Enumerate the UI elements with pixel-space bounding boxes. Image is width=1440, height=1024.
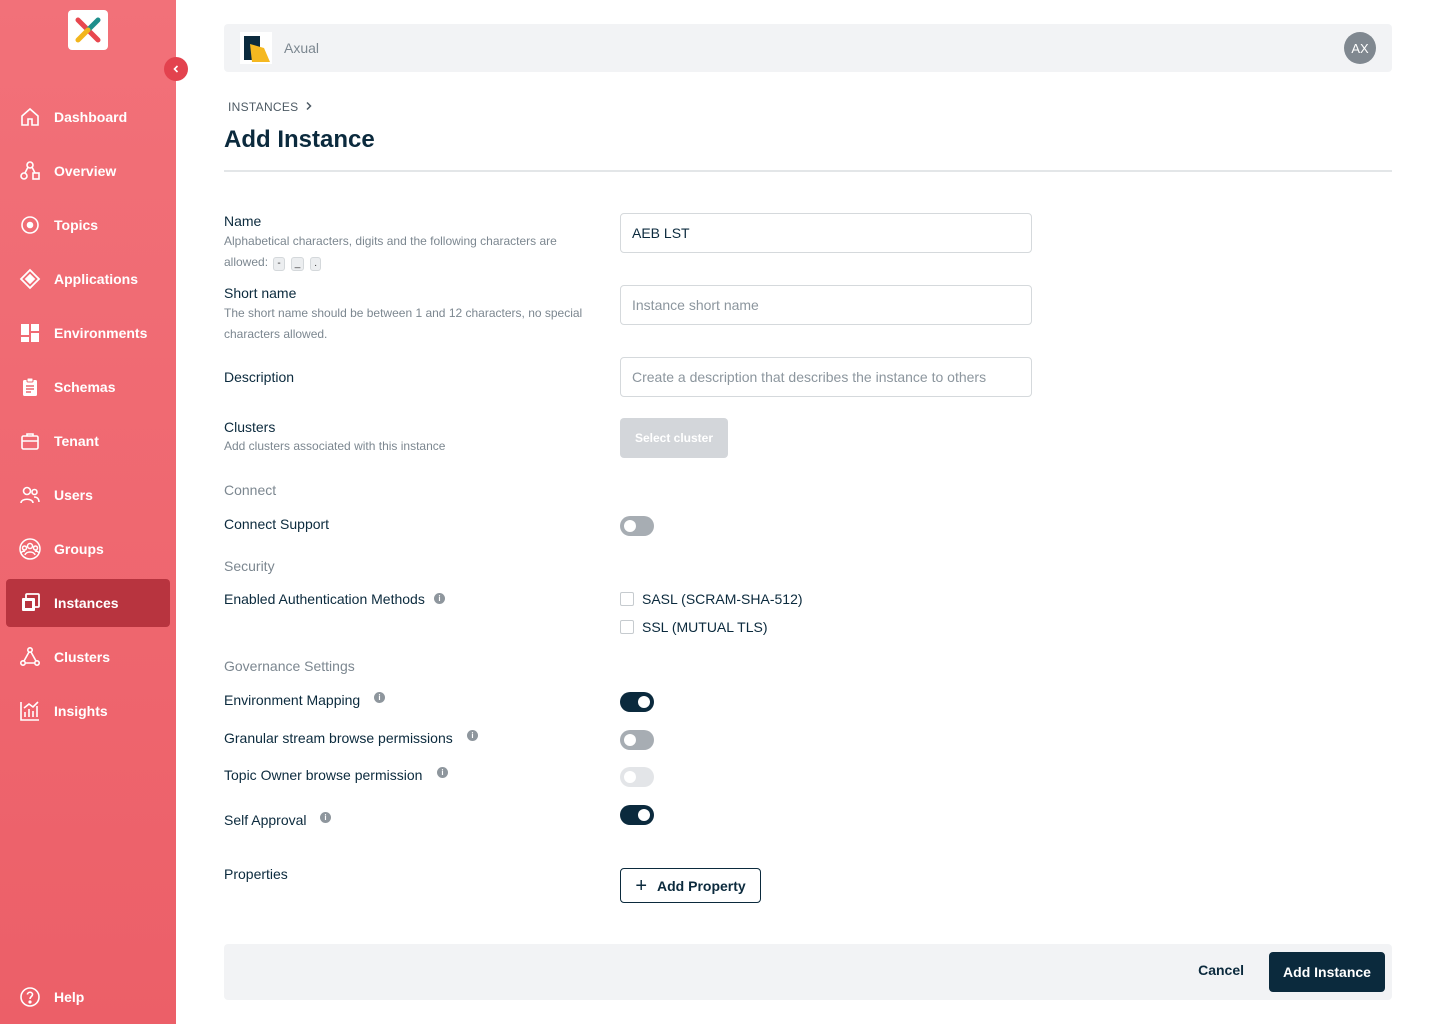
info-icon[interactable]: i (437, 767, 448, 778)
add-property-label: Add Property (657, 877, 746, 894)
self-approval-label: Self Approval (224, 812, 307, 828)
clusters-help: Add clusters associated with this instan… (224, 439, 446, 453)
ssl-option[interactable]: SSL (MUTUAL TLS) (620, 619, 768, 635)
self-approval-toggle[interactable] (620, 805, 654, 825)
users-icon (18, 483, 42, 507)
sidebar-item-schemas[interactable]: Schemas (6, 363, 170, 411)
add-instance-button[interactable]: Add Instance (1269, 952, 1385, 992)
org-logo (240, 32, 272, 64)
sidebar-item-insights[interactable]: Insights (6, 687, 170, 735)
sidebar-item-label: Topics (54, 217, 99, 233)
environment-mapping-toggle[interactable] (620, 692, 654, 712)
sidebar-item-overview[interactable]: Overview (6, 147, 170, 195)
short-name-input[interactable] (620, 285, 1032, 325)
sidebar-item-label: Groups (54, 541, 104, 557)
sidebar-item-users[interactable]: Users (6, 471, 170, 519)
briefcase-icon (18, 429, 42, 453)
sidebar-item-groups[interactable]: Groups (6, 525, 170, 573)
avatar[interactable]: AX (1344, 32, 1376, 64)
org-name: Axual (284, 40, 320, 56)
help-icon (18, 985, 42, 1009)
name-input[interactable] (620, 213, 1032, 253)
clipboard-icon (18, 375, 42, 399)
help-link[interactable]: Help (18, 985, 84, 1009)
sidebar-item-label: Environments (54, 325, 148, 341)
sidebar-item-clusters[interactable]: Clusters (6, 633, 170, 681)
divider (224, 170, 1392, 172)
connect-support-toggle[interactable] (620, 516, 654, 536)
sidebar-item-label: Users (54, 487, 93, 503)
sidebar-item-label: Insights (54, 703, 108, 719)
clusters-label: Clusters (224, 419, 276, 435)
sidebar-item-label: Dashboard (54, 109, 128, 125)
cancel-button[interactable]: Cancel (1198, 962, 1244, 978)
groups-icon (18, 537, 42, 561)
cluster-icon (18, 645, 42, 669)
chip-dash: - (273, 257, 285, 271)
sasl-checkbox[interactable] (620, 592, 634, 606)
governance-section-heading: Governance Settings (224, 658, 355, 674)
sasl-label: SASL (SCRAM-SHA-512) (642, 591, 803, 607)
description-input[interactable] (620, 357, 1032, 397)
ssl-label: SSL (MUTUAL TLS) (642, 619, 768, 635)
sasl-option[interactable]: SASL (SCRAM-SHA-512) (620, 591, 803, 607)
info-icon[interactable]: i (467, 730, 478, 741)
sidebar-item-dashboard[interactable]: Dashboard (6, 93, 170, 141)
info-icon[interactable]: i (320, 812, 331, 823)
home-icon (18, 105, 42, 129)
help-label: Help (54, 989, 85, 1005)
top-bar: Axual AX (224, 24, 1392, 72)
security-section-heading: Security (224, 558, 275, 574)
auth-methods-label: Enabled Authentication Methods (224, 591, 425, 607)
owner-browse-label: Topic Owner browse permission (224, 767, 423, 783)
sidebar-item-topics[interactable]: Topics (6, 201, 170, 249)
connect-section-heading: Connect (224, 482, 277, 498)
collapse-sidebar-button[interactable] (164, 57, 188, 81)
owner-browse-toggle[interactable] (620, 767, 654, 787)
sidebar-item-label: Overview (54, 163, 117, 179)
ssl-checkbox[interactable] (620, 620, 634, 634)
chevron-right-icon (305, 101, 313, 114)
form-footer: Cancel Add Instance (224, 944, 1392, 1000)
environment-mapping-label: Environment Mapping (224, 692, 361, 708)
granular-browse-label: Granular stream browse permissions (224, 730, 453, 746)
grid-icon (18, 321, 42, 345)
topic-icon (18, 213, 42, 237)
info-icon[interactable]: i (374, 692, 385, 703)
short-name-label: Short name (224, 285, 297, 301)
breadcrumb-instances[interactable]: INSTANCES (228, 100, 299, 114)
axual-logo[interactable] (68, 10, 108, 50)
short-name-help: The short name should be between 1 and 1… (224, 306, 583, 341)
select-cluster-button[interactable]: Select cluster (620, 418, 728, 458)
sidebar: Dashboard Overview Topics Applications E… (0, 0, 188, 1024)
page-title: Add Instance (224, 126, 375, 153)
sidebar-item-label: Tenant (54, 433, 99, 449)
chip-dot: . (310, 257, 322, 271)
granular-browse-toggle[interactable] (620, 730, 654, 750)
description-label: Description (224, 369, 295, 385)
name-help: Alphabetical characters, digits and the … (224, 231, 584, 273)
properties-label: Properties (224, 866, 288, 882)
sidebar-item-label: Clusters (54, 649, 111, 665)
sidebar-item-tenant[interactable]: Tenant (6, 417, 170, 465)
application-icon (18, 267, 42, 291)
sidebar-item-applications[interactable]: Applications (6, 255, 170, 303)
sidebar-item-instances[interactable]: Instances (6, 579, 170, 627)
connect-support-label: Connect Support (224, 516, 330, 532)
sidebar-item-environments[interactable]: Environments (6, 309, 170, 357)
plus-icon: + (635, 874, 647, 897)
insights-icon (18, 699, 42, 723)
info-icon[interactable]: i (434, 593, 445, 604)
sidebar-nav: Dashboard Overview Topics Applications E… (6, 93, 170, 741)
sidebar-item-label: Applications (54, 271, 139, 287)
instances-icon (18, 591, 42, 615)
breadcrumb: INSTANCES (228, 100, 313, 114)
add-property-button[interactable]: + Add Property (620, 868, 761, 903)
sidebar-item-label: Instances (54, 595, 119, 611)
sidebar-item-label: Schemas (54, 379, 116, 395)
overview-icon (18, 159, 42, 183)
chip-underscore: _ (290, 257, 305, 271)
name-label: Name (224, 213, 262, 229)
